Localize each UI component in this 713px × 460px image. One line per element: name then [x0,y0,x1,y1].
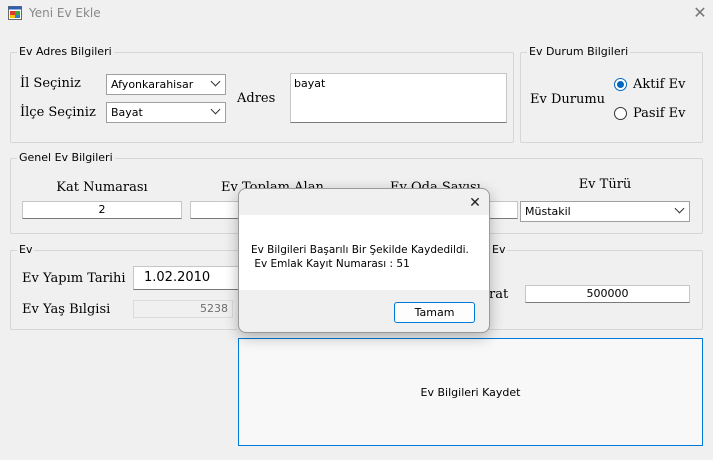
age-group-title: Ev [17,243,35,257]
il-value: Afyonkarahisar [111,78,194,91]
yas-value: 5238 [200,302,228,315]
aktif-ev-label[interactable]: Aktif Ev [633,77,685,92]
adres-textarea[interactable]: bayat [290,73,507,123]
fiyat-value: 500000 [586,287,629,300]
yapim-label: Ev Yapım Tarihi [22,271,126,286]
il-combobox[interactable]: Afyonkarahisar [106,74,226,95]
app-icon [8,6,22,20]
tur-value: Müstakil [525,205,571,218]
fiyat-input[interactable]: 500000 [525,285,690,303]
address-group-title: Ev Adres Bilgileri [17,45,114,59]
aktif-ev-radio[interactable] [614,78,627,91]
price-group-title: Ev [490,243,508,257]
general-group-title: Genel Ev Bilgileri [17,151,115,165]
ev-durumu-label: Ev Durumu [530,92,606,107]
ilce-combobox[interactable]: Bayat [106,102,226,123]
kat-label: Kat Numarası [56,180,148,195]
il-label: İl Seçiniz [20,76,81,91]
window-title: Yeni Ev Ekle [29,6,101,20]
yapim-value: 1.02.2010 [144,270,211,285]
message-dialog: ✕ Ev Bilgileri Başarılı Bir Şekilde Kayd… [238,188,490,333]
chevron-down-icon[interactable] [210,104,221,115]
yas-readonly-field: 5238 [133,300,233,318]
save-button-label: Ev Bilgileri Kaydet [420,385,521,399]
age-group: Ev [10,243,238,330]
tur-label: Ev Türü [578,177,632,192]
ilce-value: Bayat [111,106,143,119]
chevron-down-icon[interactable] [210,76,221,87]
dialog-body: Ev Bilgileri Başarılı Bir Şekilde Kayded… [239,215,489,290]
status-group-title: Ev Durum Bilgileri [527,45,631,59]
tur-combobox[interactable]: Müstakil [520,201,690,222]
yapim-date-picker[interactable]: 1.02.2010 [133,266,243,290]
yas-label: Ev Yaş Bılgisi [22,302,111,317]
save-button[interactable]: Ev Bilgileri Kaydet [238,338,703,446]
adres-value: bayat [294,77,326,90]
close-icon[interactable]: ✕ [690,3,710,23]
adres-label: Adres [237,91,276,106]
fiyat-label: rat [489,287,509,302]
ok-button-label: Tamam [414,306,455,319]
pasif-ev-label[interactable]: Pasif Ev [633,106,686,121]
ok-button[interactable]: Tamam [394,302,475,323]
chevron-down-icon[interactable] [674,203,685,214]
title-bar [0,0,713,28]
ilce-label: İlçe Seçiniz [20,105,96,120]
dialog-message: Ev Bilgileri Başarılı Bir Şekilde Kayded… [251,244,469,270]
kat-value: 2 [98,203,106,216]
pasif-ev-radio[interactable] [614,107,627,120]
kat-input[interactable]: 2 [22,201,182,219]
close-icon[interactable]: ✕ [465,193,485,213]
